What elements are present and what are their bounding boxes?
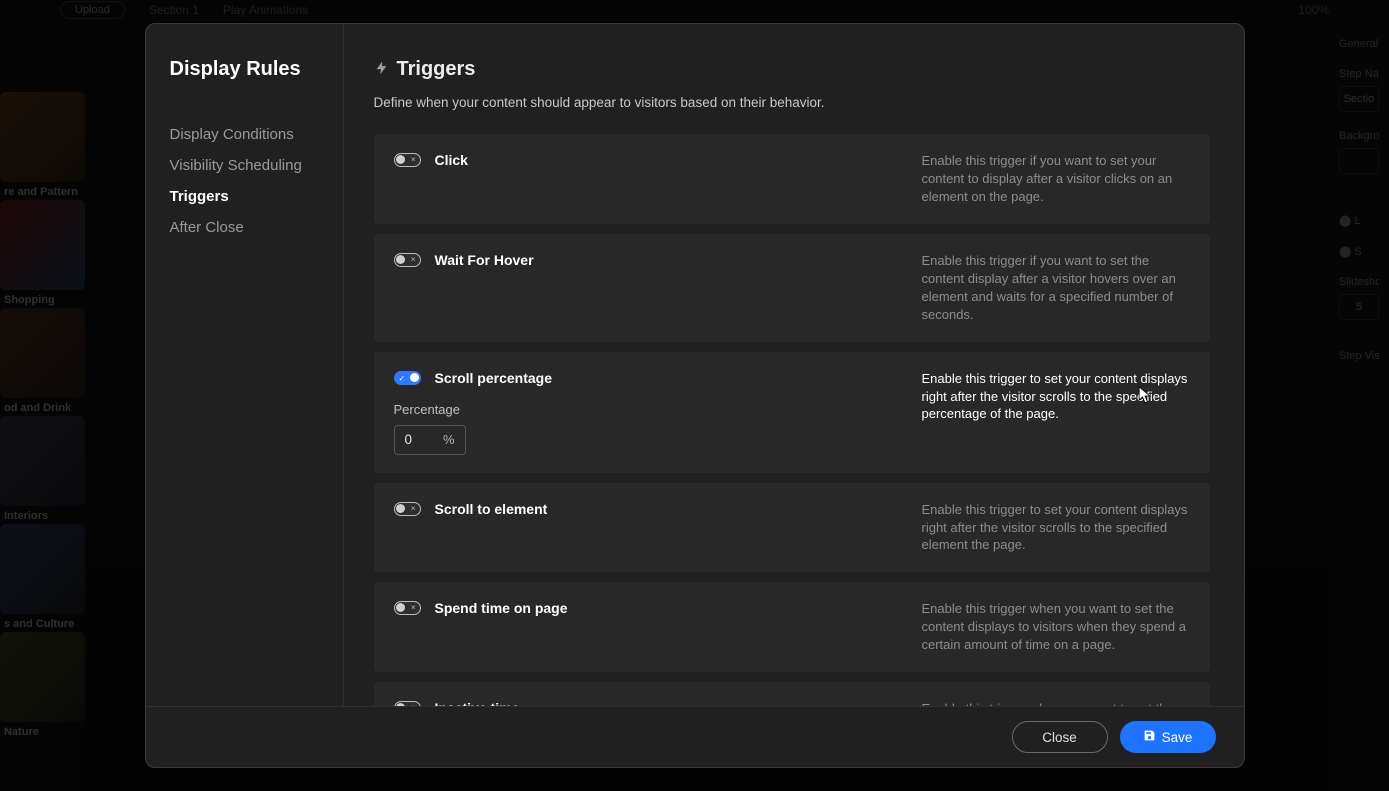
trigger-card-scroll-element: × Scroll to element Enable this trigger …: [374, 483, 1210, 573]
trigger-desc: Enable this trigger when you want to set…: [922, 600, 1190, 654]
panel-intro: Define when your content should appear t…: [374, 95, 1224, 110]
save-button-label: Save: [1162, 730, 1193, 745]
modal-overlay: Display Rules Display Conditions Visibil…: [0, 0, 1389, 791]
trigger-label: Scroll to element: [435, 501, 548, 517]
modal-main: Triggers Define when your content should…: [344, 24, 1244, 706]
triggers-list[interactable]: × Click Enable this trigger if you want …: [374, 134, 1224, 706]
toggle-scroll-element[interactable]: ×: [394, 502, 421, 516]
trigger-desc: Enable this trigger to set your content …: [922, 501, 1190, 555]
nav-display-conditions[interactable]: Display Conditions: [170, 119, 319, 150]
nav-after-close[interactable]: After Close: [170, 212, 319, 243]
percentage-unit: %: [443, 432, 455, 447]
panel-heading: Triggers: [397, 58, 476, 81]
toggle-hover[interactable]: ×: [394, 253, 421, 267]
modal-title: Display Rules: [170, 58, 319, 81]
save-button[interactable]: Save: [1120, 721, 1216, 753]
save-icon: [1143, 729, 1156, 745]
trigger-card-time-on-page: × Spend time on page Enable this trigger…: [374, 582, 1210, 672]
modal-footer: Close Save: [146, 706, 1244, 767]
trigger-desc: Enable this trigger if you want to set y…: [922, 152, 1190, 206]
close-button[interactable]: Close: [1012, 721, 1108, 753]
trigger-label: Wait For Hover: [435, 252, 534, 268]
trigger-label: Scroll percentage: [435, 370, 553, 386]
trigger-label: Spend time on page: [435, 600, 568, 616]
display-rules-modal: Display Rules Display Conditions Visibil…: [145, 23, 1245, 768]
percentage-input-wrap: %: [394, 425, 466, 455]
percentage-label: Percentage: [394, 402, 892, 417]
trigger-card-hover: × Wait For Hover Enable this trigger if …: [374, 234, 1210, 342]
percentage-input[interactable]: [405, 432, 435, 447]
trigger-label: Click: [435, 152, 468, 168]
trigger-card-click: × Click Enable this trigger if you want …: [374, 134, 1210, 224]
toggle-click[interactable]: ×: [394, 153, 421, 167]
trigger-card-inactive-time: × Inactive time Enable this trigger when…: [374, 682, 1210, 706]
modal-sidebar: Display Rules Display Conditions Visibil…: [146, 24, 344, 706]
toggle-inactive-time[interactable]: ×: [394, 701, 421, 706]
bolt-icon: [374, 58, 389, 81]
toggle-scroll-percentage[interactable]: ✓: [394, 371, 421, 385]
nav-triggers[interactable]: Triggers: [170, 181, 319, 212]
trigger-desc: Enable this trigger if you want to set t…: [922, 252, 1190, 324]
trigger-card-scroll-percentage: ✓ Scroll percentage Percentage %: [374, 352, 1210, 473]
close-button-label: Close: [1042, 730, 1077, 745]
toggle-time-on-page[interactable]: ×: [394, 601, 421, 615]
nav-visibility-scheduling[interactable]: Visibility Scheduling: [170, 150, 319, 181]
trigger-desc: Enable this trigger to set your content …: [922, 370, 1190, 455]
